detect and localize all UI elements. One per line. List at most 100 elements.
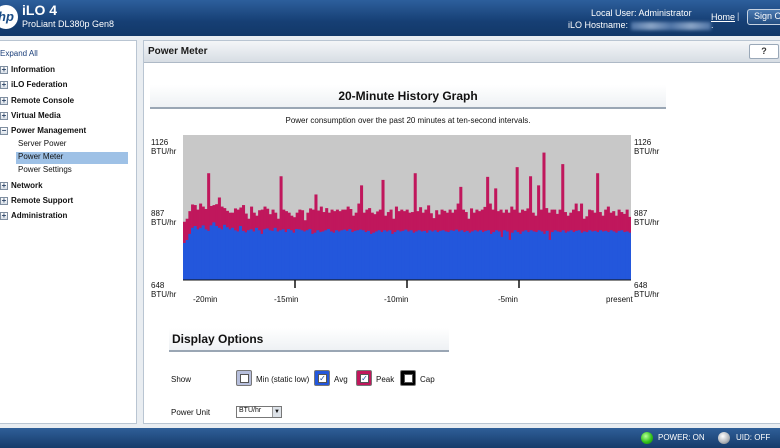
nav-power-settings[interactable]: Power Settings <box>18 165 72 177</box>
avg-bar <box>231 227 235 280</box>
uid-led-icon[interactable] <box>718 432 730 444</box>
avg-bar <box>529 230 533 280</box>
avg-bar <box>468 232 472 280</box>
avg-bar <box>324 230 328 280</box>
avg-bar <box>412 232 416 280</box>
avg-bar <box>444 231 448 280</box>
avg-bar <box>343 229 347 280</box>
avg-bar <box>543 233 547 280</box>
avg-bar <box>268 230 272 280</box>
avg-label: Avg <box>334 375 348 384</box>
nav-remote-console[interactable]: + Remote Console <box>0 96 136 108</box>
avg-bar <box>521 231 525 280</box>
checkbox[interactable] <box>240 374 249 383</box>
header-separator: | <box>737 11 740 21</box>
avg-bar <box>431 231 435 280</box>
expand-icon[interactable]: + <box>0 66 8 74</box>
x-tick-label: -5min <box>498 295 519 304</box>
avg-bar <box>420 231 424 280</box>
avg-toggle[interactable]: ✓ <box>314 370 330 386</box>
y-tick-value: 887 <box>634 209 648 218</box>
avg-bar <box>247 230 251 280</box>
nav-server-power[interactable]: Server Power <box>18 139 66 151</box>
y-tick-unit: BTU/hr <box>634 147 660 156</box>
avg-bar <box>415 231 419 280</box>
y-tick-top-left: 1126 BTU/hr <box>151 138 176 156</box>
avg-bar <box>505 231 509 280</box>
expand-icon[interactable]: + <box>0 182 8 190</box>
avg-bar <box>615 232 619 280</box>
avg-bar <box>553 230 557 280</box>
avg-bar <box>487 230 491 280</box>
avg-bar <box>409 230 413 280</box>
nav-network[interactable]: + Network <box>0 181 136 193</box>
nav-label: Power Management <box>11 126 87 135</box>
expand-icon[interactable]: + <box>0 81 8 89</box>
avg-bar <box>612 231 616 280</box>
nav-label: Remote Support <box>11 196 74 205</box>
help-button[interactable]: ? <box>749 44 779 59</box>
nav-ilo-federation[interactable]: + iLO Federation <box>0 80 136 92</box>
nav-information[interactable]: + Information <box>0 65 136 77</box>
nav-virtual-media[interactable]: + Virtual Media <box>0 111 136 123</box>
checkbox-checked[interactable]: ✓ <box>360 374 369 383</box>
nav-power-meter[interactable]: Power Meter <box>16 152 128 164</box>
avg-bar <box>601 231 605 280</box>
avg-bar <box>604 230 608 280</box>
avg-bar <box>569 230 573 280</box>
avg-bar <box>439 230 443 280</box>
collapse-icon[interactable]: − <box>0 127 8 135</box>
expand-all-link[interactable]: Expand All <box>0 49 38 58</box>
peak-toggle[interactable]: ✓ <box>356 370 372 386</box>
avg-bar <box>577 230 581 280</box>
cap-toggle[interactable] <box>400 370 416 386</box>
home-link[interactable]: Home <box>711 12 735 22</box>
avg-bar <box>196 229 200 280</box>
header-bar: hp iLO 4 ProLiant DL380p Gen8 Local User… <box>0 0 780 36</box>
peak-label: Peak <box>376 375 395 384</box>
hostname-info: iLO Hostname:. <box>568 20 714 30</box>
avg-bar <box>311 233 315 280</box>
avg-bar <box>337 231 341 280</box>
avg-bar <box>388 230 392 280</box>
avg-bar <box>369 233 373 280</box>
avg-bar <box>425 232 429 280</box>
avg-bar <box>537 230 541 280</box>
expand-icon[interactable]: + <box>0 97 8 105</box>
uid-status: UID: OFF <box>736 433 771 442</box>
avg-bar <box>465 230 469 280</box>
expand-icon[interactable]: + <box>0 212 8 220</box>
y-tick-value: 648 <box>151 281 165 290</box>
min-static-low-label: Min (static low) <box>256 375 310 384</box>
nav-administration[interactable]: + Administration <box>0 211 136 223</box>
avg-bar <box>575 230 579 280</box>
y-tick-bottom-right: 648 BTU/hr <box>634 281 659 299</box>
expand-icon[interactable]: + <box>0 112 8 120</box>
min-static-low-toggle[interactable] <box>236 370 252 386</box>
avg-bar <box>433 230 437 280</box>
avg-bar <box>295 229 299 280</box>
power-unit-select[interactable]: BTU/hr ▼ <box>236 406 282 418</box>
avg-bar <box>481 232 485 280</box>
avg-bar <box>383 230 387 280</box>
avg-bar <box>503 230 507 280</box>
x-tick-label: -15min <box>274 295 299 304</box>
avg-bar <box>209 225 213 280</box>
y-tick-unit: BTU/hr <box>634 218 660 227</box>
avg-bar <box>441 230 445 280</box>
sign-out-button[interactable]: Sign Out <box>747 9 780 25</box>
avg-bar <box>561 230 565 280</box>
checkbox[interactable] <box>404 374 413 383</box>
checkbox-checked[interactable]: ✓ <box>318 374 327 383</box>
avg-bar <box>564 232 568 280</box>
expand-icon[interactable]: + <box>0 197 8 205</box>
avg-bar <box>484 230 488 280</box>
nav-power-management[interactable]: − Power Management <box>0 126 136 138</box>
avg-bar <box>436 232 440 280</box>
page-title-bar: Power Meter ? <box>144 41 780 63</box>
y-tick-mid-left: 887 BTU/hr <box>151 209 176 227</box>
avg-bar <box>399 231 403 280</box>
avg-bar <box>183 242 187 280</box>
avg-bar <box>199 227 203 280</box>
nav-remote-support[interactable]: + Remote Support <box>0 196 136 208</box>
